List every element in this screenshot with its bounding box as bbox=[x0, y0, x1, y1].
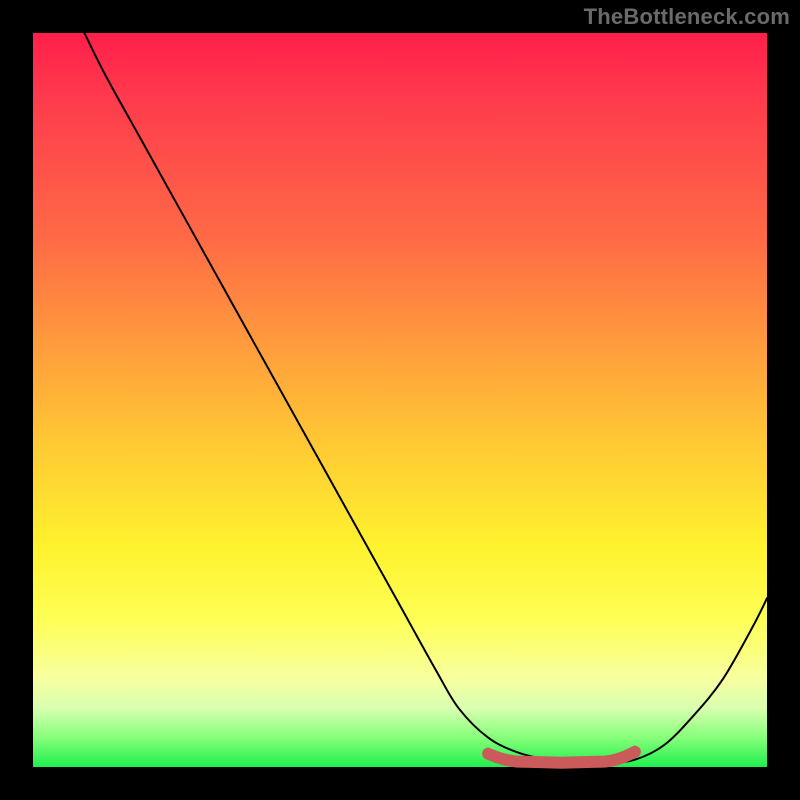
bottleneck-curve bbox=[84, 33, 767, 764]
curve-svg bbox=[33, 33, 767, 767]
chart-stage: TheBottleneck.com bbox=[0, 0, 800, 800]
plot-area bbox=[33, 33, 767, 767]
optimal-range-marker bbox=[488, 752, 635, 763]
watermark-text: TheBottleneck.com bbox=[584, 4, 790, 30]
